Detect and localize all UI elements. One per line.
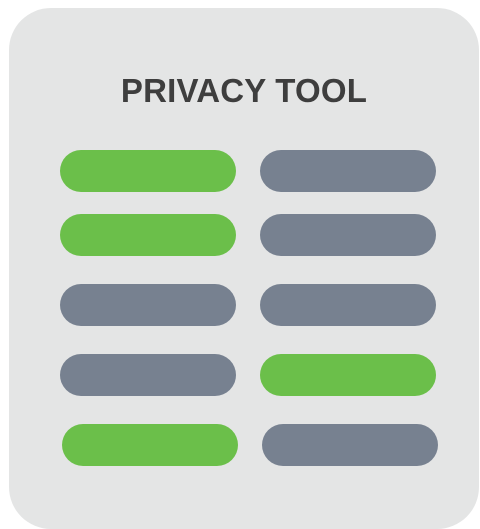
toggle-r3-right[interactable] [260,284,436,326]
privacy-tool-card: PRIVACY TOOL [9,8,479,529]
toggle-r1-left[interactable] [60,150,236,192]
toggle-r2-left[interactable] [60,214,236,256]
toggle-r5-left[interactable] [62,424,238,466]
toggle-r4-left[interactable] [60,354,236,396]
toggle-r2-right[interactable] [260,214,436,256]
toggle-r3-left[interactable] [60,284,236,326]
card-title: PRIVACY TOOL [120,72,368,109]
toggle-r1-right[interactable] [260,150,436,192]
toggle-r4-right[interactable] [260,354,436,396]
toggle-r5-right[interactable] [262,424,438,466]
